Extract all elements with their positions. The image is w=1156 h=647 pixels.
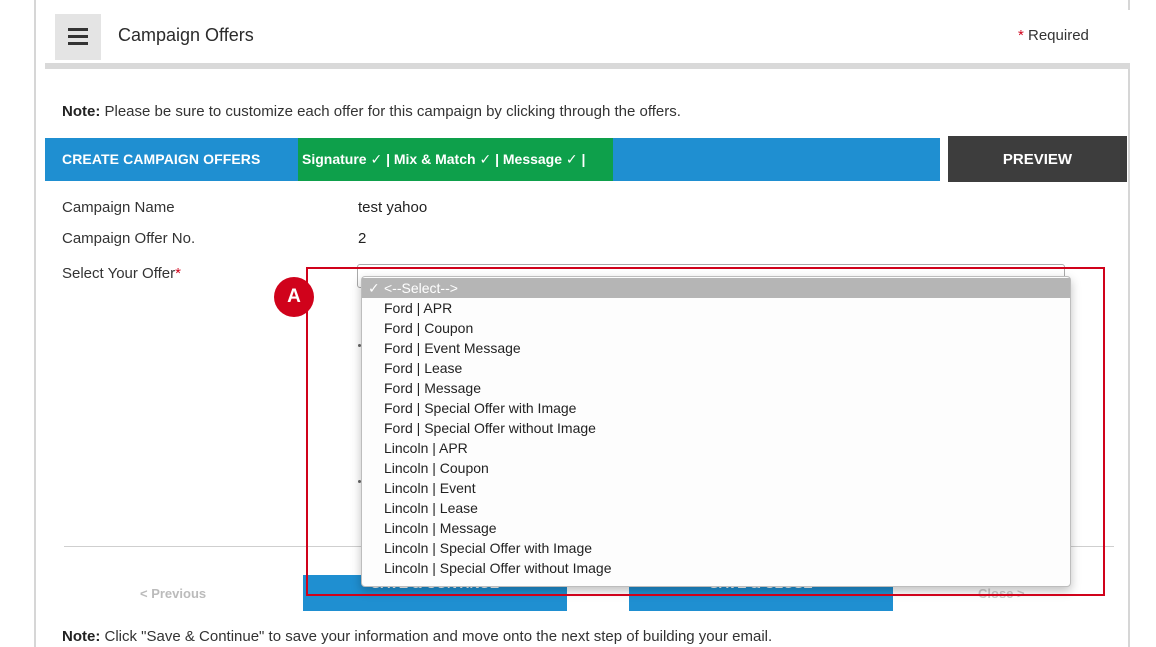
- page-title: Campaign Offers: [118, 25, 254, 45]
- previous-button[interactable]: < Previous: [140, 586, 206, 601]
- tab-create-campaign-offers[interactable]: CREATE CAMPAIGN OFFERS: [62, 151, 260, 167]
- campaign-offer-no-value: 2: [358, 230, 367, 247]
- required-indicator: * Required: [1018, 27, 1089, 44]
- hamburger-icon-bar: [68, 42, 88, 45]
- page-frame-right: [1128, 0, 1130, 647]
- customize-note: Note: Please be sure to customize each o…: [62, 103, 681, 120]
- campaign-name-label: Campaign Name: [62, 199, 175, 216]
- save-continue-note: Note: Click "Save & Continue" to save yo…: [62, 628, 772, 645]
- hamburger-icon: [68, 28, 88, 31]
- annotation-highlight-box: [306, 267, 1105, 596]
- page-frame-left: [34, 0, 36, 647]
- offer-status-text: Signature ✓ | Mix & Match ✓ | Message ✓ …: [302, 151, 586, 167]
- campaign-name-value: test yahoo: [358, 199, 428, 216]
- bottom-note-label: Note:: [62, 628, 101, 645]
- annotation-badge: A: [274, 277, 314, 317]
- preview-button[interactable]: PREVIEW: [948, 136, 1127, 182]
- menu-button[interactable]: [55, 14, 101, 60]
- select-offer-label-text: Select Your Offer: [62, 265, 176, 282]
- hamburger-icon-bar: [68, 35, 88, 38]
- required-label: Required: [1023, 27, 1089, 44]
- note-text: Please be sure to customize each offer f…: [100, 103, 681, 120]
- campaign-offer-no-label: Campaign Offer No.: [62, 230, 196, 247]
- bottom-note-text: Click "Save & Continue" to save your inf…: [100, 628, 773, 645]
- select-offer-required-star: *: [175, 265, 181, 282]
- select-offer-label: Select Your Offer*: [62, 265, 181, 282]
- note-label: Note:: [62, 103, 101, 120]
- header-divider: [45, 63, 1130, 69]
